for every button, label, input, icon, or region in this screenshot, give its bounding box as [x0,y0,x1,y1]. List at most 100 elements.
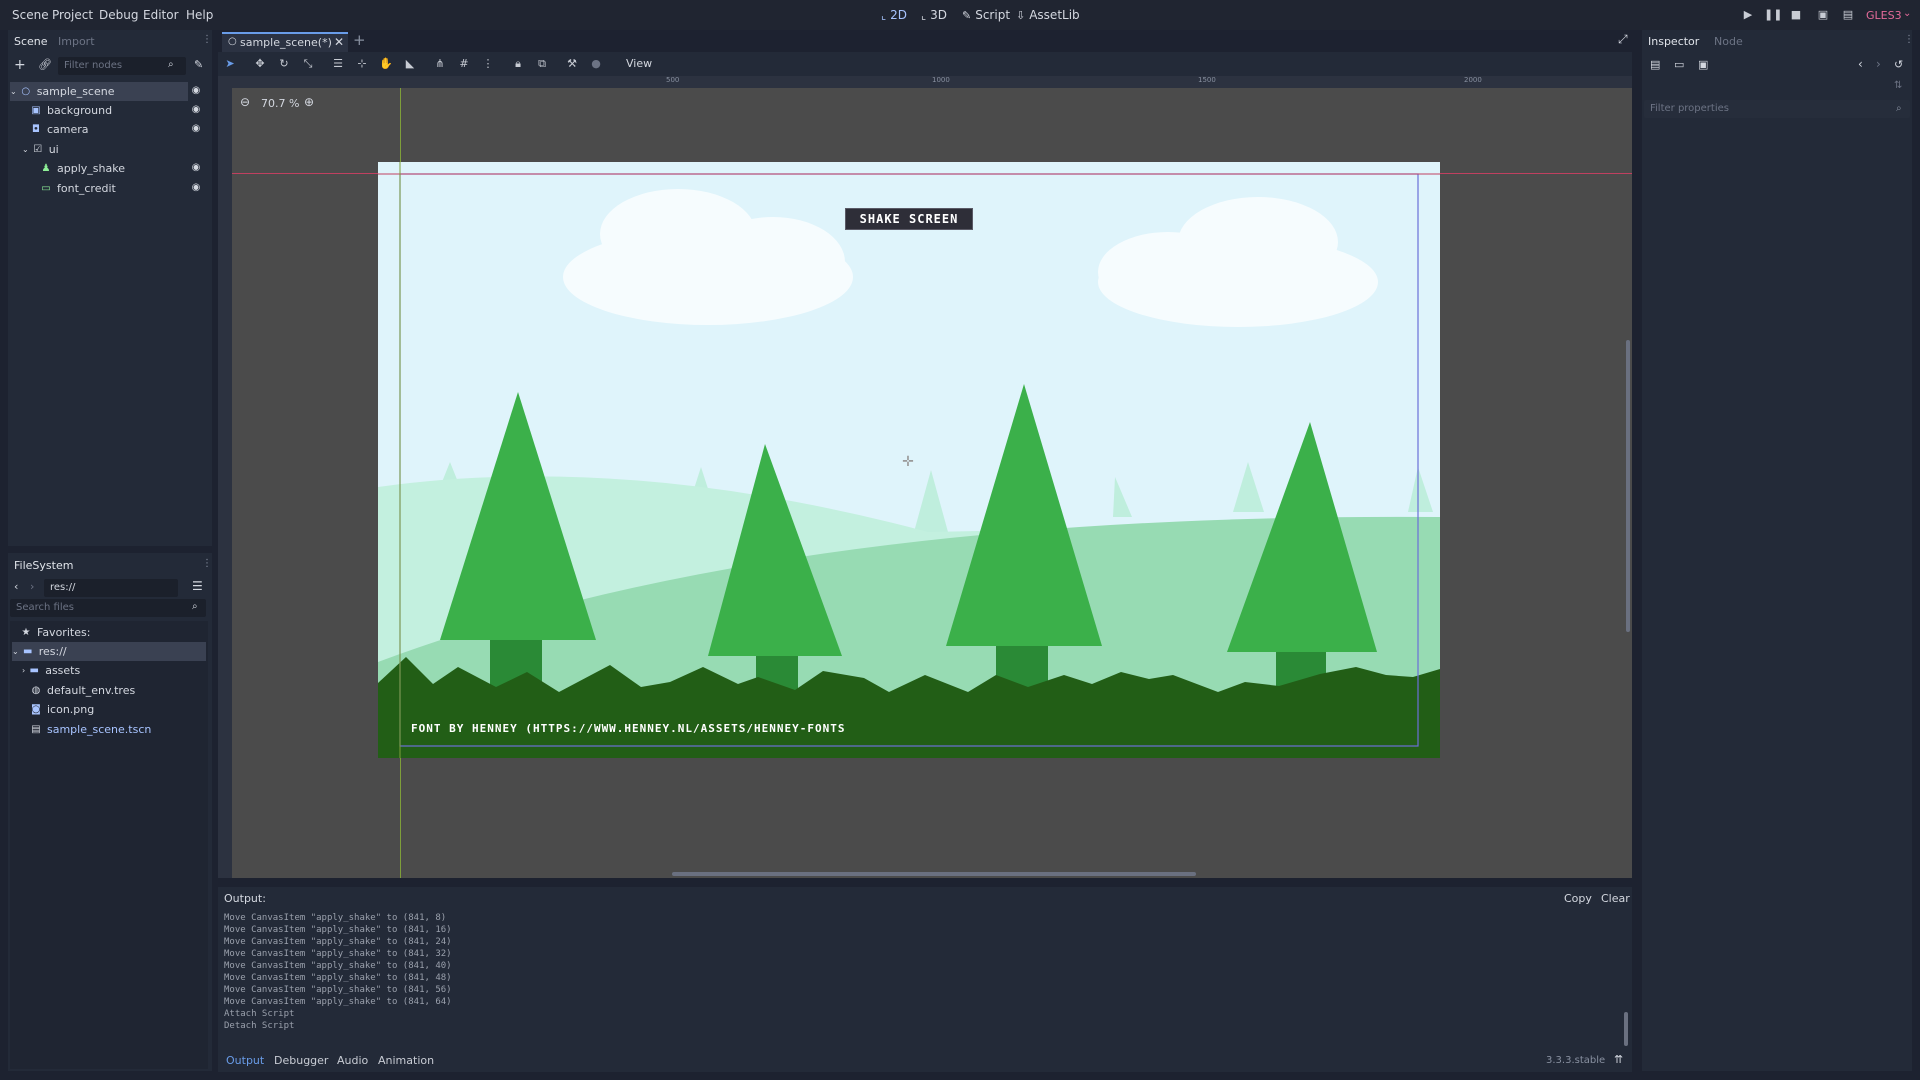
distraction-free-icon[interactable]: ⤢ [1618,32,1628,47]
assets-folder-item[interactable]: › ▬ assets [22,661,222,680]
lock-icon[interactable]: 🔒︎ [510,56,526,72]
menu-debug[interactable]: Debug [99,8,138,22]
expand-panel-icon[interactable]: ⇈ [1614,1053,1623,1066]
close-icon[interactable]: ✕ [334,35,344,49]
visibility-eye-icon[interactable]: ◉ [190,162,202,174]
grid-snap-icon[interactable]: # [456,56,472,72]
ruler-top: 500 1000 1500 2000 [218,76,1632,88]
rotate-tool-icon[interactable]: ↻ [276,56,292,72]
default-env-item[interactable]: ◍ default_env.tres [30,681,230,700]
history-back-icon[interactable]: ‹ [1858,57,1863,71]
snap-options-icon[interactable]: ⋮ [480,56,496,72]
back-icon[interactable]: ‹ [14,580,18,593]
file-label: res:// [38,645,67,658]
list-select-icon[interactable]: ☰ [330,56,346,72]
visibility-icon[interactable]: ● [588,56,604,72]
play-icon[interactable]: ▶ [1740,7,1756,23]
stop-icon[interactable]: ■ [1788,7,1804,23]
open-resource-icon[interactable]: ▭ [1674,58,1684,71]
workspace-assetlib-button[interactable]: ⇩ AssetLib [1016,8,1080,22]
shake-screen-button[interactable]: SHAKE SCREEN [845,208,973,230]
group-icon[interactable]: ⧉ [534,56,550,72]
vertical-scrollbar[interactable] [1626,340,1630,632]
zoom-out-icon[interactable]: ⊖ [240,95,250,109]
tree-node-font-credit[interactable]: ▭ font_credit [40,179,240,198]
menu-help[interactable]: Help [186,8,213,22]
chevron-down-icon: ⌄ [12,647,19,656]
dock-menu-icon[interactable]: ⋮ [1904,34,1914,45]
add-tab-icon[interactable]: + [353,31,366,49]
select-tool-icon[interactable]: ➤ [222,56,238,72]
renderer-select[interactable]: GLES3 [1866,9,1902,22]
move-tool-icon[interactable]: ✥ [252,56,268,72]
play-custom-scene-icon[interactable]: ▤ [1840,7,1856,23]
visibility-eye-icon[interactable]: ◉ [190,85,202,97]
tree-node-ui[interactable]: ⌄ ☑ ui [22,140,222,159]
pivot-tool-icon[interactable]: ⊹ [354,56,370,72]
workspace-2d-button[interactable]: ⌞ 2D [881,8,907,22]
workspace-script-button[interactable]: ✎ Script [962,8,1010,22]
scene-tab[interactable]: ○ sample_scene(*) ✕ [222,32,348,52]
filter-nodes-input[interactable]: Filter nodes [58,57,186,75]
workspace-3d-button[interactable]: ⌞ 3D [921,8,947,22]
filter-properties-input[interactable]: Filter properties [1644,100,1910,118]
zoom-level[interactable]: 70.7 % [261,97,299,110]
ruler-label: 1000 [932,76,950,84]
tab-output[interactable]: Output [226,1054,264,1067]
tab-inspector[interactable]: Inspector [1648,35,1699,48]
zoom-in-icon[interactable]: ⊕ [304,95,314,109]
image-icon: ◙ [31,704,41,715]
icon-png-item[interactable]: ◙ icon.png [30,700,230,719]
pan-tool-icon[interactable]: ✋ [378,56,394,72]
tab-node[interactable]: Node [1714,35,1743,48]
visibility-eye-icon[interactable]: ◉ [190,123,202,135]
menu-scene[interactable]: Scene [12,8,49,22]
clear-button[interactable]: Clear [1601,892,1630,905]
game-scene-preview[interactable]: ✛ SHAKE SCREEN FONT BY HENNEY (HTTPS://W… [378,162,1440,758]
horizontal-scrollbar[interactable] [672,872,1196,876]
script-attach-icon[interactable]: ✎ [194,58,203,71]
menu-editor[interactable]: Editor [143,8,179,22]
tab-audio[interactable]: Audio [337,1054,368,1067]
menu-project[interactable]: Project [52,8,93,22]
view-menu[interactable]: View [626,57,652,70]
scene-icon: ▤ [31,724,41,735]
tab-debugger[interactable]: Debugger [274,1054,328,1067]
tree-node-apply-shake[interactable]: ♟ apply_shake [40,159,240,178]
dock-menu-icon[interactable]: ⋮ [202,34,212,45]
history-icon[interactable]: ↺ [1894,58,1903,71]
visibility-eye-icon[interactable]: ◉ [190,182,202,194]
forward-icon[interactable]: › [30,580,34,593]
snap-icon[interactable]: ⋔ [432,56,448,72]
list-view-icon[interactable]: ☰ [192,579,203,593]
tab-animation[interactable]: Animation [378,1054,434,1067]
environment-icon: ◍ [31,685,41,696]
tab-import[interactable]: Import [58,35,95,48]
scale-tool-icon[interactable]: ⤡ [300,56,316,72]
favorites-item[interactable]: ★ Favorites: [20,623,220,642]
bone-icon[interactable]: ⚒ [564,56,580,72]
tree-node-label: sample_scene [36,85,115,98]
tree-node-sample-scene[interactable]: ⌄ ○ sample_scene [10,82,188,101]
history-forward-icon[interactable]: › [1876,57,1881,71]
add-node-icon[interactable]: + [14,57,26,73]
file-label: default_env.tres [47,684,136,697]
log-line: Move CanvasItem "apply_shake" to (841, 8… [224,913,447,923]
ruler-tool-icon[interactable]: ◣ [402,56,418,72]
new-resource-icon[interactable]: ▤ [1650,58,1660,71]
play-scene-icon[interactable]: ▣ [1815,7,1831,23]
path-field[interactable]: res:// [44,579,178,597]
sample-scene-file-item[interactable]: ▤ sample_scene.tscn [30,720,230,739]
copy-button[interactable]: Copy [1564,892,1592,905]
pause-icon[interactable]: ❚❚ [1764,7,1782,23]
object-properties-icon[interactable]: ⇅ [1894,80,1902,91]
chevron-down-icon: ⌄ [1903,8,1912,19]
visibility-eye-icon[interactable]: ◉ [190,104,202,116]
search-files-input[interactable]: Search files [10,599,206,617]
link-icon[interactable]: 🔗︎ [38,58,52,71]
save-resource-icon[interactable]: ▣ [1698,58,1708,71]
tab-scene[interactable]: Scene [14,35,48,48]
res-folder-item[interactable]: ⌄ ▬ res:// [12,642,206,661]
dock-menu-icon[interactable]: ⋮ [202,558,212,569]
output-scrollbar[interactable] [1624,1012,1628,1046]
